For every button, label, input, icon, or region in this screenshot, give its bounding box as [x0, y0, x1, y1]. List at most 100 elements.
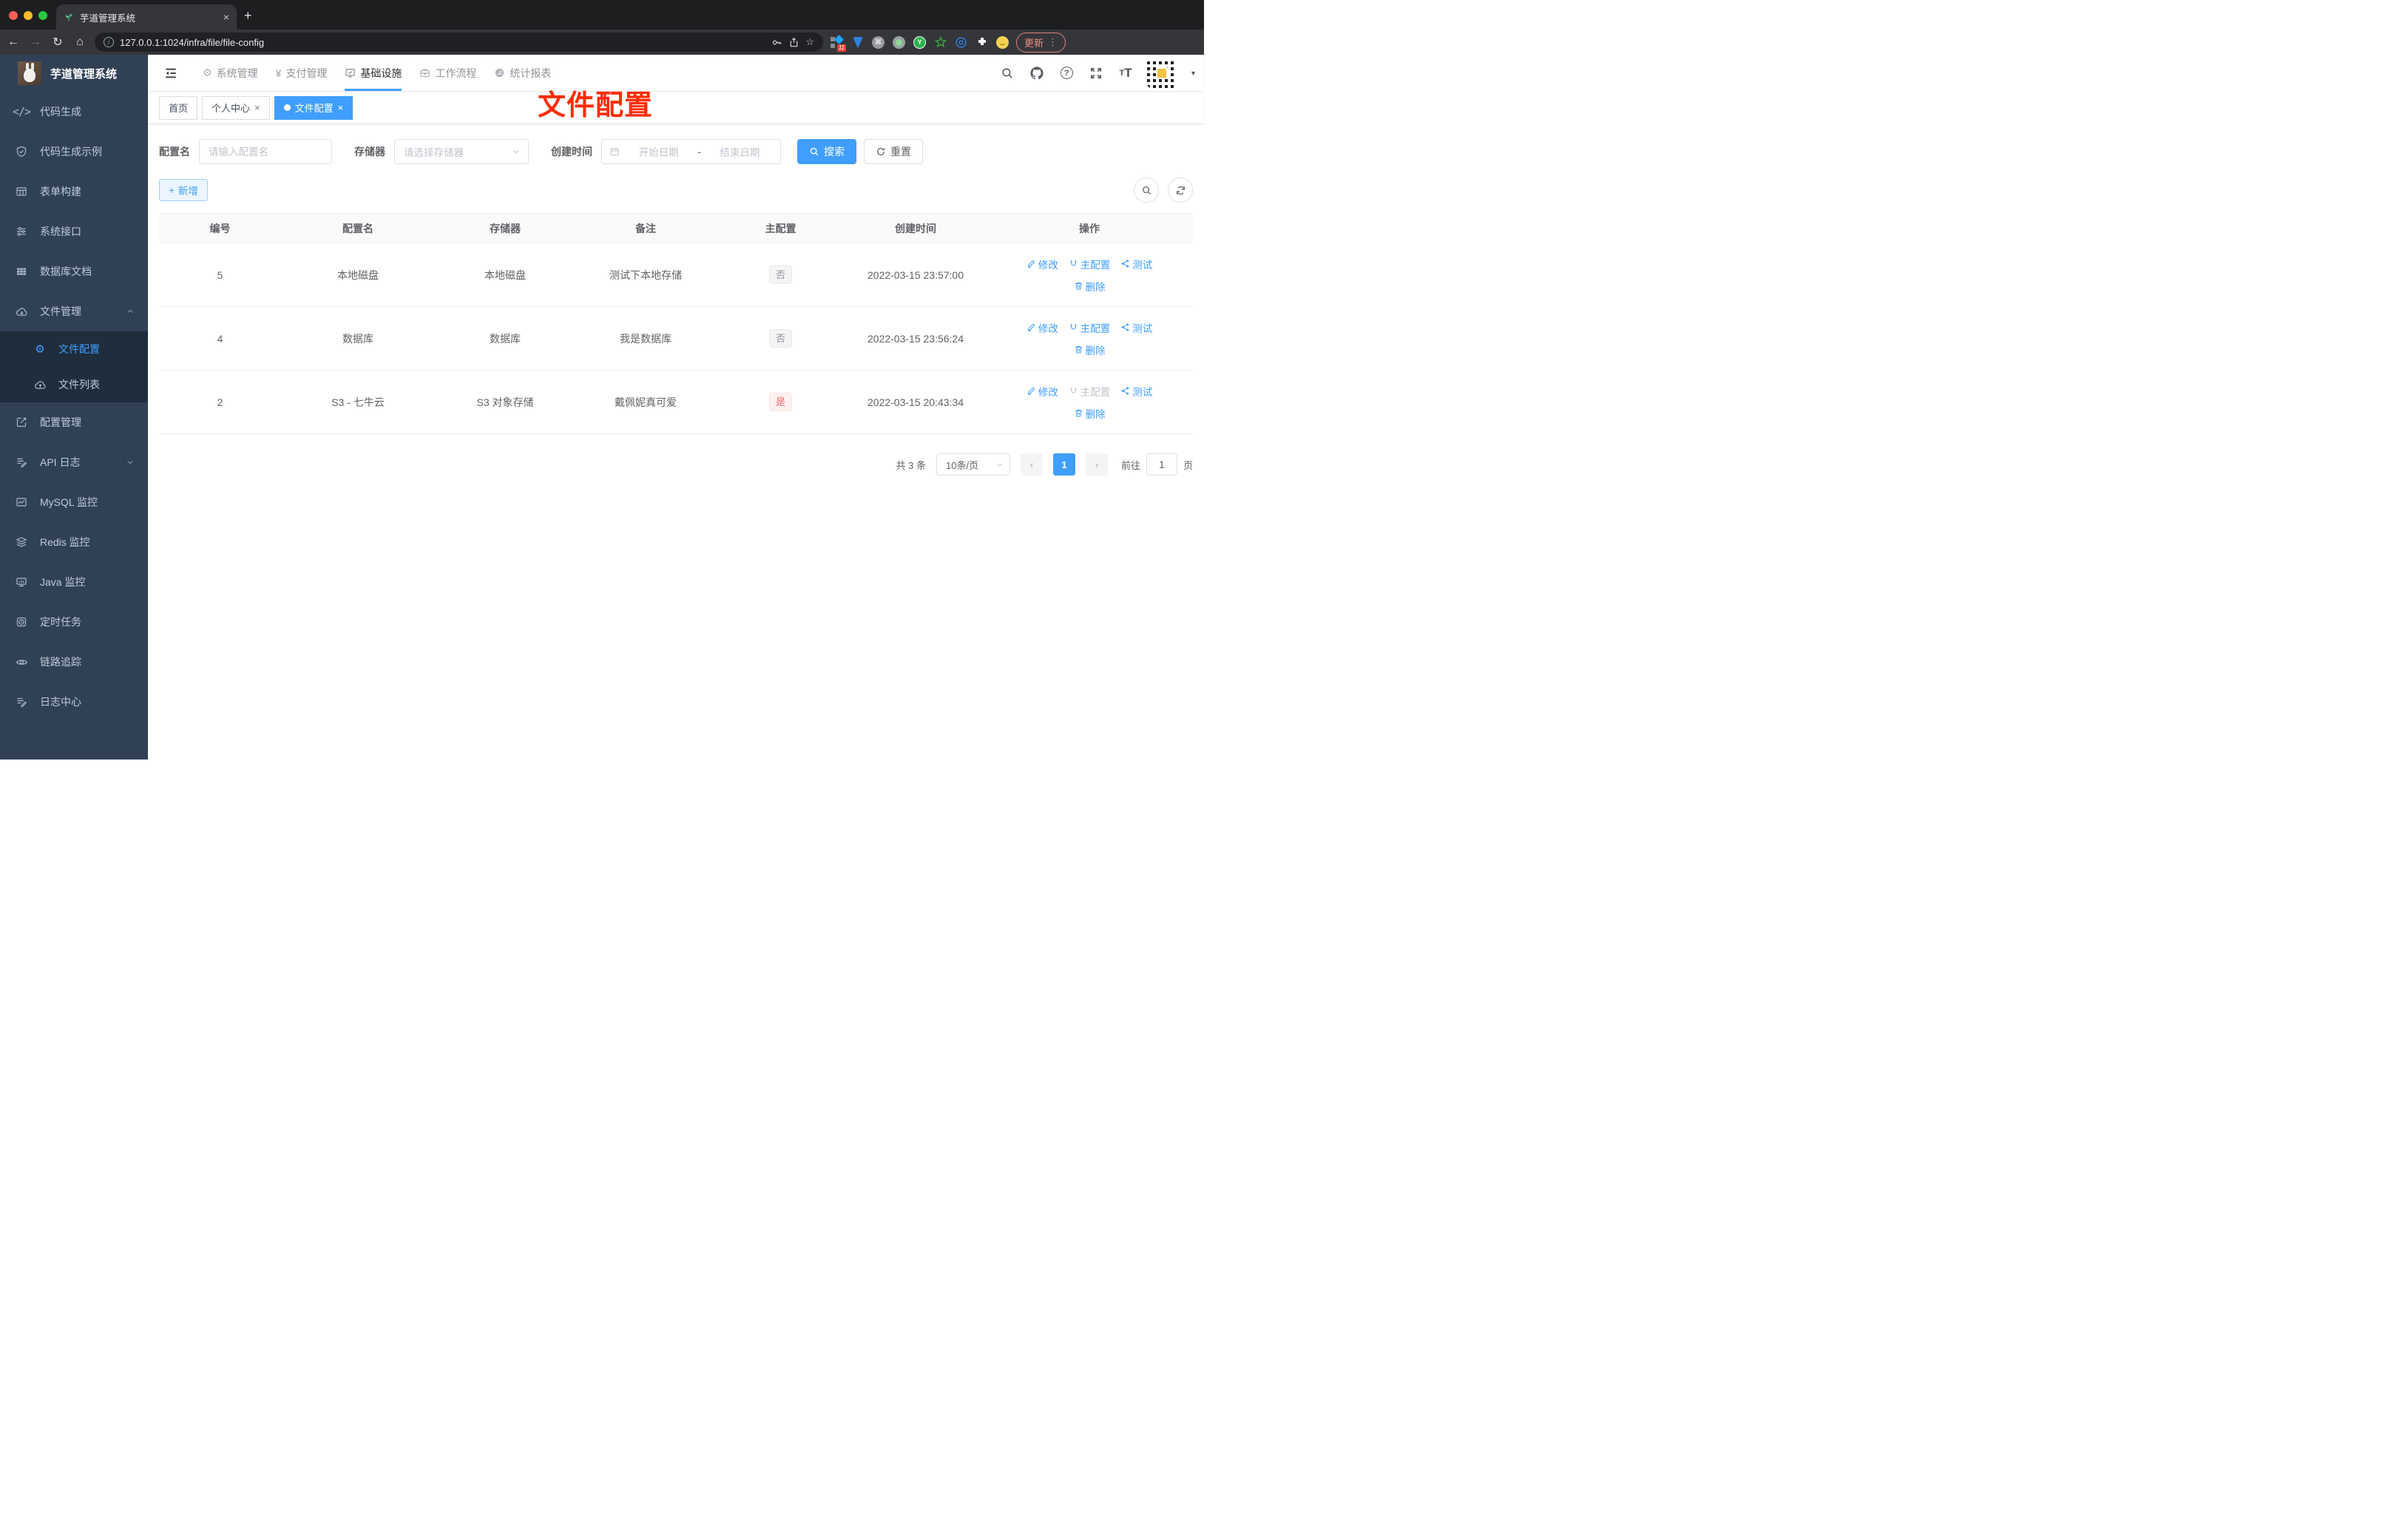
extension-badge-icon[interactable]: 11 — [831, 34, 846, 52]
share-icon — [1122, 260, 1129, 268]
sidebar-item-code-gen-demo[interactable]: 代码生成示例 — [0, 132, 148, 172]
next-page-button[interactable]: › — [1085, 453, 1108, 476]
new-tab-button[interactable]: + — [237, 8, 263, 30]
sidebar-item-scheduled-tasks[interactable]: 定时任务 — [0, 602, 148, 642]
share-icon[interactable] — [788, 37, 799, 48]
tag-home[interactable]: 首页 — [159, 95, 198, 120]
home-icon[interactable]: ⌂ — [72, 35, 87, 49]
url-text[interactable]: 127.0.0.1:1024/infra/file/file-config — [120, 37, 765, 48]
sidebar-item-api-log[interactable]: API 日志 — [0, 442, 148, 482]
extension-kite-icon[interactable] — [851, 36, 864, 49]
browser-update-button[interactable]: 更新 ⋮ — [1016, 32, 1066, 53]
sidebar-item-system-api[interactable]: 系统接口 — [0, 212, 148, 251]
yen-icon: ¥ — [275, 67, 282, 79]
extension-star-icon[interactable] — [934, 36, 947, 49]
back-icon[interactable]: ← — [6, 35, 21, 49]
sidebar-item-code-gen[interactable]: </> 代码生成 — [0, 92, 148, 132]
tag-file-config[interactable]: 文件配置 × — [274, 95, 354, 120]
date-range-picker[interactable]: 开始日期 - 结束日期 — [601, 139, 781, 164]
delete-button[interactable]: 删除 — [1074, 342, 1106, 357]
minimize-window-button[interactable] — [24, 11, 33, 20]
goto-page-input[interactable] — [1146, 453, 1177, 476]
search-button[interactable]: 搜索 — [797, 139, 856, 164]
extension-dot-icon[interactable] — [893, 35, 905, 49]
zoom-window-button[interactable] — [38, 11, 47, 20]
sidebar-item-java-monitor[interactable]: Java 监控 — [0, 562, 148, 602]
browser-tab[interactable]: 芋道管理系统 × — [56, 4, 237, 30]
edit-button[interactable]: 修改 — [1027, 257, 1058, 271]
refresh-icon — [1176, 186, 1185, 194]
extension-y-icon[interactable]: Y — [913, 35, 926, 49]
prev-page-button[interactable]: ‹ — [1020, 453, 1043, 476]
extension-eye-icon[interactable] — [955, 36, 967, 49]
delete-button[interactable]: 删除 — [1074, 406, 1106, 421]
logo-rabbit-image — [18, 61, 41, 85]
sidebar-item-file-manage[interactable]: 文件管理 — [0, 291, 148, 331]
reset-button[interactable]: 重置 — [864, 139, 923, 164]
close-icon[interactable]: × — [254, 102, 260, 113]
caret-down-icon[interactable]: ▼ — [1190, 70, 1197, 77]
close-window-button[interactable] — [9, 11, 18, 20]
close-icon[interactable]: × — [338, 102, 344, 113]
reload-icon[interactable]: ↻ — [50, 35, 65, 50]
master-tag: 否 — [768, 329, 792, 348]
sidebar-item-file-list[interactable]: 文件列表 — [0, 367, 148, 402]
extension-emoji-icon[interactable] — [996, 35, 1009, 49]
font-size-icon[interactable]: TT — [1117, 65, 1134, 81]
edit-button[interactable]: 修改 — [1027, 320, 1058, 335]
window-controls[interactable] — [0, 11, 56, 30]
end-date-placeholder[interactable]: 结束日期 — [707, 144, 773, 159]
test-button[interactable]: 测试 — [1120, 320, 1152, 335]
sidebar-collapse-icon[interactable] — [158, 67, 183, 80]
sidebar-item-config-manage[interactable]: 配置管理 — [0, 402, 148, 442]
start-date-placeholder[interactable]: 开始日期 — [626, 144, 691, 159]
sidebar-item-log-center[interactable]: 日志中心 — [0, 682, 148, 722]
sidebar-item-form-builder[interactable]: 表单构建 — [0, 172, 148, 212]
browser-menu-icon[interactable]: ⋮ — [1048, 36, 1058, 48]
sidebar-item-trace[interactable]: 链路追踪 — [0, 642, 148, 682]
test-button[interactable]: 测试 — [1120, 257, 1152, 271]
add-button[interactable]: + 新增 — [159, 179, 208, 201]
refresh-list-button[interactable] — [1168, 177, 1193, 203]
page-number-current[interactable]: 1 — [1052, 453, 1075, 476]
site-info-icon[interactable]: i — [104, 37, 114, 47]
password-key-icon[interactable] — [771, 37, 782, 48]
test-button[interactable]: 测试 — [1120, 384, 1152, 399]
github-icon[interactable] — [1029, 65, 1045, 81]
nav-item-system[interactable]: ¥ ⚙ 系统管理 — [194, 55, 267, 91]
delete-button[interactable]: 删除 — [1074, 279, 1106, 294]
fullscreen-icon[interactable] — [1088, 65, 1104, 81]
bookmark-star-icon[interactable]: ☆ — [805, 36, 814, 48]
sidebar-item-db-doc[interactable]: 数据库文档 — [0, 251, 148, 291]
nav-item-workflow[interactable]: 工作流程 — [410, 55, 485, 91]
extension-puzzle-icon[interactable] — [975, 36, 988, 49]
page-size-select[interactable]: 10条/页 — [936, 453, 1010, 476]
tab-close-icon[interactable]: × — [223, 11, 229, 23]
master-config-button[interactable]: 主配置 — [1069, 320, 1110, 335]
active-dot-icon — [283, 104, 291, 111]
address-bar[interactable]: i 127.0.0.1:1024/infra/file/file-config … — [95, 33, 823, 52]
forward-icon[interactable]: → — [28, 35, 43, 49]
sidebar-item-file-config[interactable]: ⚙ 文件配置 — [0, 331, 148, 367]
nav-item-pay[interactable]: ¥ 支付管理 — [267, 55, 336, 91]
edit-button[interactable]: 修改 — [1027, 384, 1058, 399]
app-logo[interactable]: 芋道管理系统 — [0, 55, 148, 92]
layers-icon — [15, 536, 28, 548]
show-search-button[interactable] — [1134, 177, 1159, 203]
chevron-down-icon — [995, 461, 1004, 469]
tag-profile[interactable]: 个人中心 × — [202, 95, 270, 120]
master-config-button[interactable]: 主配置 — [1069, 257, 1110, 271]
config-name-input[interactable] — [199, 139, 332, 164]
search-icon[interactable] — [999, 65, 1015, 81]
nav-item-infra[interactable]: 基础设施 — [336, 55, 410, 91]
master-config-button-disabled[interactable]: 主配置 — [1069, 384, 1110, 399]
help-icon[interactable]: ? — [1058, 65, 1075, 81]
col-id: 编号 — [159, 213, 281, 243]
table-row: 5 本地磁盘 本地磁盘 测试下本地存储 否 2022-03-15 23:57:0… — [159, 243, 1193, 307]
sidebar-item-mysql-monitor[interactable]: MySQL 监控 — [0, 482, 148, 522]
pagination: 共 3 条 10条/页 ‹ 1 › 前往 页 — [159, 453, 1193, 476]
user-avatar[interactable] — [1147, 58, 1177, 88]
extension-command-icon[interactable]: ⌘ — [872, 35, 885, 49]
storage-select[interactable]: 请选择存储器 — [394, 139, 529, 164]
sidebar-item-redis-monitor[interactable]: Redis 监控 — [0, 522, 148, 562]
